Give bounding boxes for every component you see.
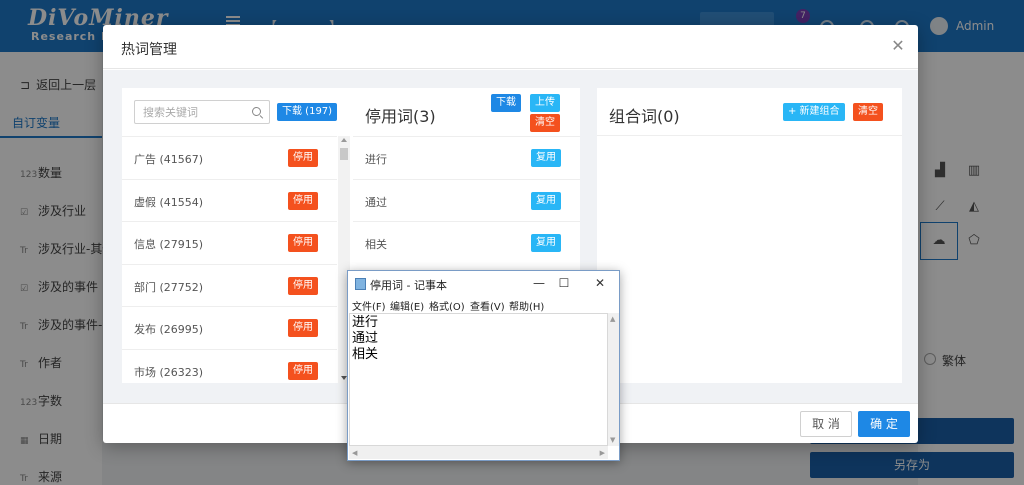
list-item: 相关 复用 — [353, 221, 580, 264]
hot-word: 部门 (27752) — [134, 280, 204, 294]
list-item: 信息 (27915) 停用 — [122, 221, 337, 264]
scroll-thumb[interactable] — [340, 148, 348, 160]
stop-words-list: 进行 复用 通过 复用 相关 复用 — [353, 136, 580, 264]
search-box — [134, 100, 270, 124]
clear-combo-words-button[interactable]: 清空 — [853, 103, 883, 121]
stop-button[interactable]: 停用 — [288, 319, 318, 337]
stop-button[interactable]: 停用 — [288, 276, 318, 295]
scroll-left-icon[interactable]: ◀ — [352, 449, 357, 457]
list-item: 通过 复用 — [353, 178, 580, 222]
confirm-button[interactable]: 确 定 — [858, 411, 910, 437]
hot-word: 信息 (27915) — [134, 238, 204, 251]
stop-button[interactable]: 停用 — [288, 191, 318, 210]
notepad-window: 停用词 - 记事本 — ☐ ✕ 文件(F) 编辑(E) 格式(O) 查看(V) … — [347, 270, 620, 461]
divider — [597, 135, 902, 136]
upload-stop-words-button[interactable]: 上传 — [530, 94, 560, 112]
menu-help[interactable]: 帮助(H) — [509, 298, 544, 313]
stop-words-title: 停用词(3) — [365, 107, 436, 126]
hot-words-list: 广告 (41567) 停用 虚假 (41554) 停用 信息 (27915) 停用 部… — [122, 136, 337, 391]
list-item: 市场 (26323) 停用 — [122, 348, 337, 392]
scroll-up-icon[interactable]: ▲ — [610, 315, 615, 323]
notepad-titlebar[interactable]: 停用词 - 记事本 — ☐ ✕ — [348, 271, 619, 297]
menu-file[interactable]: 文件(F) — [352, 298, 386, 313]
stop-button[interactable]: 停用 — [288, 149, 318, 167]
hot-word: 发布 (26995) — [134, 323, 204, 336]
list-item: 进行 复用 — [353, 136, 580, 179]
notepad-vertical-scrollbar[interactable]: ▲ ▼ — [608, 313, 619, 446]
list-item: 部门 (27752) 停用 — [122, 263, 337, 307]
stop-button[interactable]: 停用 — [288, 234, 318, 252]
hot-word: 广告 (41567) — [134, 153, 204, 166]
maximize-icon[interactable]: ☐ — [557, 276, 571, 290]
hot-word: 虚假 (41554) — [134, 195, 204, 209]
clear-stop-words-button[interactable]: 清空 — [530, 114, 560, 132]
minimize-icon[interactable]: — — [532, 276, 546, 290]
stop-word: 通过 — [365, 195, 387, 209]
close-icon[interactable]: ✕ — [593, 276, 607, 290]
cancel-button[interactable]: 取 消 — [800, 411, 852, 437]
menu-format[interactable]: 格式(O) — [429, 298, 465, 313]
notepad-menubar: 文件(F) 编辑(E) 格式(O) 查看(V) 帮助(H) — [348, 297, 619, 313]
list-item: 发布 (26995) 停用 — [122, 306, 337, 349]
notepad-horizontal-scrollbar[interactable]: ◀ ▶ — [349, 446, 608, 459]
dialog-header: 热词管理 ✕ — [103, 25, 918, 69]
notepad-text-area[interactable]: 进行 通过 相关 — [349, 313, 608, 446]
download-hot-words-button[interactable]: 下载 (197) — [277, 103, 338, 121]
search-input[interactable] — [135, 101, 245, 123]
scroll-up-icon[interactable] — [341, 138, 347, 142]
stop-button[interactable]: 停用 — [288, 361, 318, 380]
dialog-title: 热词管理 — [121, 42, 177, 58]
search-icon[interactable] — [252, 107, 261, 116]
combo-words-panel: 组合词(0) + 新建组合 清空 — [597, 88, 902, 383]
hot-words-panel: 下载 (197) 广告 (41567) 停用 虚假 (41554) 停用 信息 (2… — [122, 88, 353, 383]
download-stop-words-button[interactable]: 下载 — [491, 94, 521, 112]
menu-edit[interactable]: 编辑(E) — [390, 298, 424, 313]
combo-words-title: 组合词(0) — [609, 107, 680, 126]
hot-word: 市场 (26323) — [134, 365, 204, 379]
reuse-button[interactable]: 复用 — [531, 234, 561, 252]
list-item: 虚假 (41554) 停用 — [122, 178, 337, 222]
list-item: 广告 (41567) 停用 — [122, 136, 337, 179]
stop-word: 相关 — [365, 238, 387, 251]
notepad-icon — [355, 278, 366, 290]
reuse-button[interactable]: 复用 — [531, 191, 561, 210]
close-icon[interactable]: ✕ — [890, 38, 906, 54]
scroll-right-icon[interactable]: ▶ — [600, 449, 605, 457]
reuse-button[interactable]: 复用 — [531, 149, 561, 167]
scroll-down-icon[interactable]: ▼ — [610, 436, 615, 444]
stop-word: 进行 — [365, 153, 387, 166]
notepad-title: 停用词 - 记事本 — [370, 279, 447, 292]
new-combo-button[interactable]: + 新建组合 — [783, 103, 845, 121]
menu-view[interactable]: 查看(V) — [470, 298, 505, 313]
